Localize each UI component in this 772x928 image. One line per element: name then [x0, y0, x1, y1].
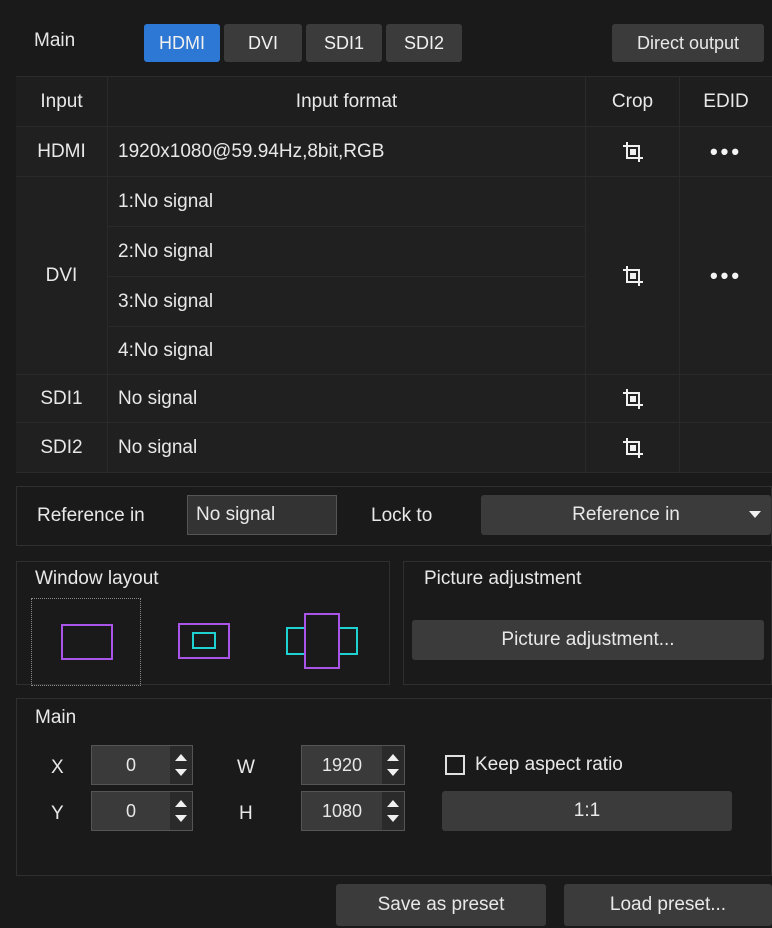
tab-hdmi[interactable]: HDMI [144, 24, 220, 62]
crop-icon [622, 437, 643, 458]
picture-adjustment-panel: Picture adjustment Picture adjustment... [403, 561, 772, 685]
edid-hdmi[interactable]: ••• [680, 127, 772, 177]
layout-single-option[interactable] [31, 598, 141, 686]
crop-sdi2[interactable] [586, 423, 680, 473]
tab-sdi2[interactable]: SDI2 [386, 24, 462, 62]
layout-pip-icon [178, 623, 230, 659]
spin-arrows-icon[interactable] [382, 746, 404, 784]
crop-icon [622, 388, 643, 409]
layout-pip-option[interactable] [149, 598, 259, 686]
w-stepper[interactable]: 1920 [301, 745, 405, 785]
row-input-sdi1: SDI1 [16, 375, 108, 423]
save-preset-button[interactable]: Save as preset [336, 884, 546, 926]
row-format-hdmi: 1920x1080@59.94Hz,8bit,RGB [108, 127, 586, 177]
column-header-input-format: Input format [108, 77, 586, 127]
x-stepper[interactable]: 0 [91, 745, 193, 785]
window-layout-panel: Window layout [16, 561, 390, 686]
input-table: Input Input format Crop EDID HDMI 1920x1… [16, 76, 772, 473]
tab-sdi1[interactable]: SDI1 [306, 24, 382, 62]
column-header-crop: Crop [586, 77, 680, 127]
lock-to-value: Reference in [572, 504, 680, 525]
lock-to-label: Lock to [371, 505, 433, 526]
layout-triple-icon [286, 613, 358, 669]
w-label: W [237, 757, 255, 778]
crop-icon [622, 265, 643, 286]
layout-single-icon [61, 624, 113, 660]
picture-adjustment-title: Picture adjustment [424, 568, 582, 589]
spin-arrows-icon[interactable] [170, 792, 192, 830]
keep-aspect-label: Keep aspect ratio [475, 754, 623, 775]
h-stepper[interactable]: 1080 [301, 791, 405, 831]
crop-dvi[interactable] [586, 177, 680, 375]
spin-arrows-icon[interactable] [170, 746, 192, 784]
row-format-dvi-3: 3:No signal [108, 277, 586, 327]
more-icon: ••• [709, 262, 743, 288]
h-label: H [239, 803, 253, 824]
row-format-dvi-2: 2:No signal [108, 227, 586, 277]
x-label: X [51, 757, 64, 778]
y-value: 0 [125, 800, 136, 821]
main-position-title: Main [35, 707, 77, 728]
y-label: Y [51, 803, 64, 824]
edid-dvi[interactable]: ••• [680, 177, 772, 375]
y-stepper[interactable]: 0 [91, 791, 193, 831]
main-label: Main [34, 30, 76, 51]
reference-in-label: Reference in [37, 505, 145, 526]
w-value: 1920 [321, 754, 363, 775]
window-layout-title: Window layout [35, 568, 159, 589]
tab-dvi[interactable]: DVI [224, 24, 302, 62]
column-header-edid: EDID [680, 77, 772, 127]
layout-triple-option[interactable] [267, 598, 377, 686]
edid-sdi2 [680, 423, 772, 473]
reference-in-value: No signal [187, 495, 337, 535]
row-input-hdmi: HDMI [16, 127, 108, 177]
lock-to-select[interactable]: Reference in [481, 495, 771, 535]
spin-arrows-icon[interactable] [382, 792, 404, 830]
load-preset-button[interactable]: Load preset... [564, 884, 772, 926]
keep-aspect-checkbox[interactable] [445, 755, 465, 775]
edid-sdi1 [680, 375, 772, 423]
row-input-dvi: DVI [16, 177, 108, 375]
row-format-sdi1: No signal [108, 375, 586, 423]
crop-hdmi[interactable] [586, 127, 680, 177]
row-input-sdi2: SDI2 [16, 423, 108, 473]
crop-sdi1[interactable] [586, 375, 680, 423]
dropdown-arrow-icon [749, 511, 761, 518]
row-format-dvi-4: 4:No signal [108, 327, 586, 375]
reference-panel: Reference in No signal Lock to Reference… [16, 486, 772, 546]
h-value: 1080 [321, 800, 363, 821]
picture-adjustment-button[interactable]: Picture adjustment... [412, 620, 764, 660]
ratio-button[interactable]: 1:1 [442, 791, 732, 831]
column-header-input: Input [16, 77, 108, 127]
row-format-sdi2: No signal [108, 423, 586, 473]
row-format-dvi-1: 1:No signal [108, 177, 586, 227]
direct-output-button[interactable]: Direct output [612, 24, 764, 62]
crop-icon [622, 141, 643, 162]
x-value: 0 [125, 754, 136, 775]
more-icon: ••• [709, 138, 743, 164]
main-position-panel: Main X 0 Y 0 W 1920 H 1080 Keep aspect r… [16, 698, 772, 876]
